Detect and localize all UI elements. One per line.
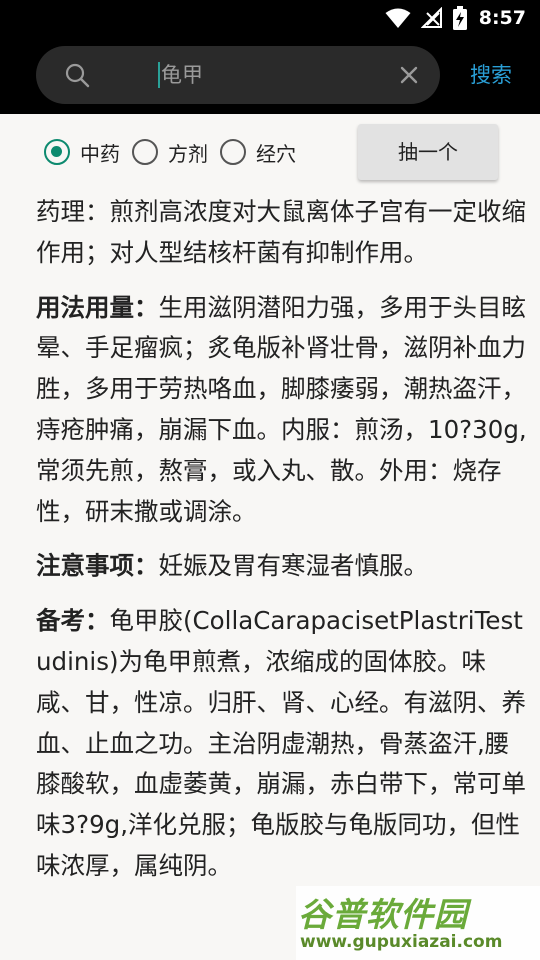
status-icons: 8:57 bbox=[385, 6, 526, 30]
pharmacology-paragraph: 药理：煎剂高浓度对大鼠离体子宫有一定收缩作用；对人型结核杆菌有抑制作用。 bbox=[36, 192, 528, 274]
radio-herb[interactable]: 中药 bbox=[44, 138, 120, 167]
no-signal-icon bbox=[420, 7, 442, 28]
search-button[interactable]: 搜索 bbox=[460, 58, 522, 92]
radio-label: 中药 bbox=[80, 141, 120, 166]
close-icon[interactable] bbox=[398, 64, 420, 86]
detail-content: 药理：煎剂高浓度对大鼠离体子宫有一定收缩作用；对人型结核杆菌有抑制作用。 用法用… bbox=[36, 192, 528, 901]
notes-label: 备考： bbox=[36, 606, 110, 636]
usage-paragraph: 用法用量：生用滋阴潜阳力强，多用于头目眩晕、手足瘤疯；炙龟版补肾壮骨，滋阴补血力… bbox=[36, 288, 528, 533]
status-bar: 8:57 bbox=[0, 0, 540, 36]
radio-acupoint[interactable]: 经穴 bbox=[220, 138, 296, 167]
search-icon bbox=[65, 63, 90, 88]
caution-label: 注意事项： bbox=[36, 551, 159, 581]
watermark: 谷普软件园 www.gupuxiazai.com bbox=[296, 886, 540, 960]
notes-paragraph: 备考：龟甲胶(CollaCarapacisetPlastriTestudinis… bbox=[36, 601, 528, 887]
search-input[interactable]: 龟甲 bbox=[161, 60, 203, 90]
watermark-title: 谷普软件园 bbox=[298, 895, 468, 934]
radio-unchecked-icon bbox=[220, 139, 246, 165]
radio-label: 经穴 bbox=[256, 141, 296, 166]
watermark-url: www.gupuxiazai.com bbox=[300, 932, 503, 952]
caution-paragraph: 注意事项：妊娠及胃有寒湿者慎服。 bbox=[36, 546, 528, 587]
pharmacology-text: 药理：煎剂高浓度对大鼠离体子宫有一定收缩作用；对人型结核杆菌有抑制作用。 bbox=[36, 197, 526, 267]
app-bar: 龟甲 搜索 bbox=[0, 36, 540, 114]
radio-label: 方剂 bbox=[168, 141, 208, 166]
notes-text: 龟甲胶(CollaCarapacisetPlastriTestudinis)为龟… bbox=[36, 606, 526, 880]
usage-text: 生用滋阴潜阳力强，多用于头目眩晕、手足瘤疯；炙龟版补肾壮骨，滋阴补血力胜，多用于… bbox=[36, 292, 527, 526]
search-box[interactable]: 龟甲 bbox=[36, 46, 440, 104]
status-time: 8:57 bbox=[478, 7, 526, 29]
random-pick-button[interactable]: 抽一个 bbox=[358, 124, 498, 180]
radio-unchecked-icon bbox=[132, 139, 158, 165]
usage-label: 用法用量： bbox=[36, 292, 159, 322]
category-radio-group: 中药 方剂 经穴 bbox=[44, 132, 308, 172]
wifi-icon bbox=[385, 8, 411, 28]
radio-checked-icon bbox=[44, 139, 70, 165]
battery-charging-icon bbox=[452, 6, 467, 30]
radio-formula[interactable]: 方剂 bbox=[132, 138, 208, 167]
text-cursor bbox=[158, 62, 160, 88]
caution-text: 妊娠及胃有寒湿者慎服。 bbox=[158, 551, 429, 581]
